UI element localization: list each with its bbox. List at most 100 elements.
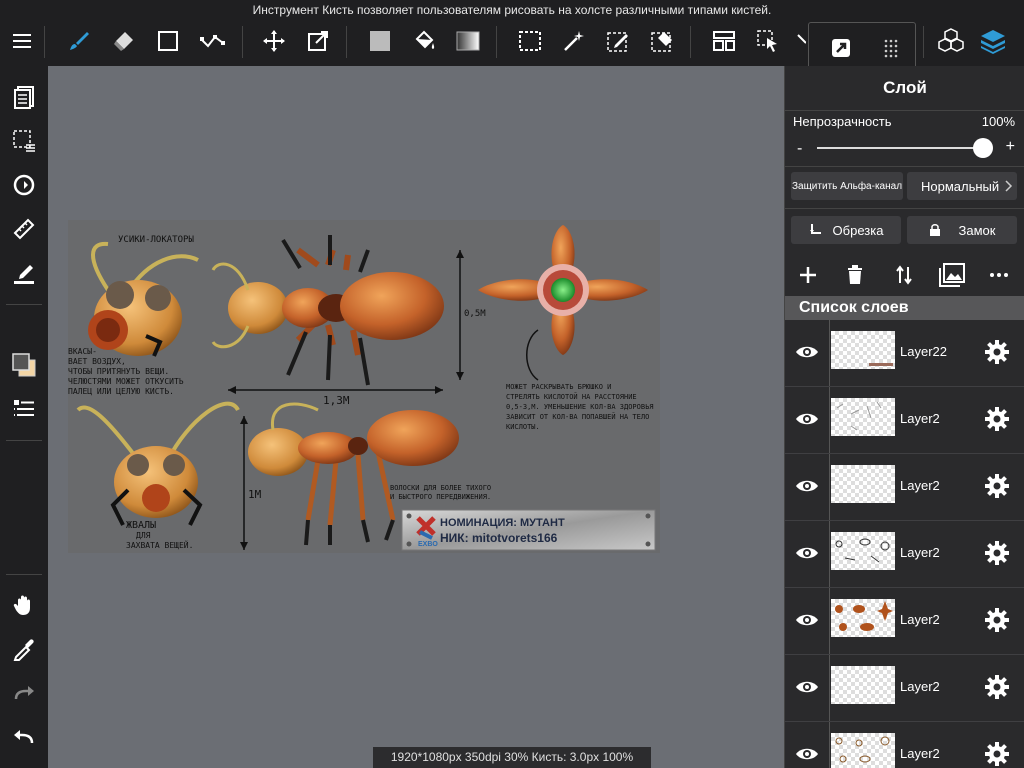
quick-tools-popover	[808, 22, 916, 72]
fill-pen-icon[interactable]	[9, 258, 39, 288]
eye-icon[interactable]	[793, 608, 821, 632]
snap-icon[interactable]	[826, 33, 856, 63]
blend-mode-select[interactable]: Нормальный	[907, 172, 1017, 200]
layout-icon[interactable]	[709, 26, 739, 56]
eye-icon[interactable]	[793, 407, 821, 431]
layer-row[interactable]: Layer2	[785, 521, 1024, 588]
layers-icon[interactable]	[978, 26, 1008, 56]
rotate-icon[interactable]	[9, 170, 39, 200]
label-jaws-2: ДЛЯ	[136, 531, 151, 540]
select-rect-icon[interactable]	[515, 26, 545, 56]
label-hairs-1: ВОЛОСКИ ДЛЯ БОЛЕЕ ТИХОГО	[390, 484, 491, 492]
3d-icon[interactable]	[936, 26, 966, 56]
layer-row[interactable]: Layer2	[785, 588, 1024, 655]
select-pen-icon[interactable]	[603, 26, 633, 56]
undo-icon[interactable]	[9, 722, 39, 752]
fill-color-icon[interactable]	[365, 26, 395, 56]
shape-icon[interactable]	[153, 26, 183, 56]
transform-icon[interactable]	[303, 26, 333, 56]
trash-icon[interactable]	[840, 260, 870, 290]
label-belly-2: СТРЕЛЯТЬ КИСЛОТОЙ НА РАССТОЯНИЕ	[506, 392, 637, 401]
layer-panel: Слой Непрозрачность 100% - + Защитить Ал…	[784, 66, 1024, 768]
magic-wand-icon[interactable]	[559, 26, 589, 56]
selection-icon[interactable]	[9, 126, 39, 156]
layer-row[interactable]: Layer2	[785, 722, 1024, 768]
eye-icon[interactable]	[793, 541, 821, 565]
layer-row[interactable]: Layer2	[785, 655, 1024, 722]
label-belly-4: ЗАВИСИТ ОТ КОЛ-ВА ПОПАВШЕЙ НА ТЕЛО	[506, 412, 649, 421]
label-jaws-1: ЖВАЛЫ	[126, 520, 156, 531]
opacity-increase-button[interactable]: +	[1006, 138, 1015, 156]
layer-row[interactable]: Layer22	[785, 320, 1024, 387]
lock-button[interactable]: Замок	[907, 216, 1017, 244]
layer-row[interactable]: Layer2	[785, 454, 1024, 521]
layer-row[interactable]: Layer2	[785, 387, 1024, 454]
layer-name: Layer2	[900, 612, 940, 627]
status-bar: 1920*1080px 350dpi 30% Кисть: 3.0px 100%	[373, 747, 651, 768]
clip-arrow-icon	[809, 224, 821, 234]
swap-layers-icon[interactable]	[889, 260, 919, 290]
gear-icon[interactable]	[983, 472, 1011, 500]
layer-list-icon[interactable]	[9, 394, 39, 424]
label-hairs-2: И БЫСТРОГО ПЕРЕДВИЖЕНИЯ.	[390, 493, 491, 501]
ant-head-bottom	[76, 401, 240, 526]
nomination-plate: EXBO НОМИНАЦИЯ: МУТАНТ НИК: mitotvorets1…	[401, 509, 656, 551]
blend-mode-label: Нормальный	[921, 178, 1000, 194]
left-toolbar	[0, 66, 48, 768]
artwork-ant-mutant[interactable]: УСИКИ-ЛОКАТОРЫ ВКАСЫ- ВАЕТ ВОЗДУХ, ЧТОБЫ…	[68, 220, 660, 553]
eye-icon[interactable]	[793, 340, 821, 364]
lock-label: Замок	[958, 222, 996, 238]
label-belly-3: 0,5-3,М. УМЕНЬШЕНИЕ КОЛ-ВА ЗДОРОВЬЯ	[506, 403, 654, 411]
image-layer-icon[interactable]	[937, 260, 967, 290]
add-layer-icon[interactable]	[793, 260, 823, 290]
gear-icon[interactable]	[983, 405, 1011, 433]
eye-icon[interactable]	[793, 675, 821, 699]
move-icon[interactable]	[259, 26, 289, 56]
opacity-slider-thumb[interactable]	[973, 138, 993, 158]
gear-icon[interactable]	[983, 740, 1011, 768]
tool-hint: Инструмент Кисть позволяет пользователям…	[252, 3, 772, 17]
clip-button[interactable]: Обрезка	[791, 216, 901, 244]
label-height-big: 1М	[248, 488, 262, 501]
redo-icon[interactable]	[9, 678, 39, 708]
select-eraser-icon[interactable]	[647, 26, 677, 56]
brush-icon[interactable]	[64, 26, 94, 56]
more-options-icon[interactable]	[984, 260, 1014, 290]
grid-icon[interactable]	[876, 33, 906, 63]
opacity-slider[interactable]	[817, 147, 983, 149]
gear-icon[interactable]	[983, 539, 1011, 567]
ruler-icon[interactable]	[9, 214, 39, 244]
gear-icon[interactable]	[983, 673, 1011, 701]
clipped-tool-icon[interactable]	[792, 26, 806, 56]
eye-icon[interactable]	[793, 742, 821, 766]
ant-body-top	[211, 235, 444, 386]
layer-thumbnail	[831, 599, 895, 637]
vector-icon[interactable]	[197, 26, 227, 56]
color-icon[interactable]	[9, 350, 39, 380]
pages-icon[interactable]	[9, 82, 39, 112]
layer-name: Layer2	[900, 545, 940, 560]
layer-thumbnail	[831, 398, 895, 436]
chevron-right-icon	[1005, 180, 1013, 192]
gradient-icon[interactable]	[453, 26, 483, 56]
opacity-value: 100%	[981, 114, 1015, 129]
label-head-note-1: ВКАСЫ-	[68, 347, 97, 356]
eraser-icon[interactable]	[109, 26, 139, 56]
select-arrow-icon[interactable]	[753, 26, 783, 56]
label-head-note-3: ЧТОБЫ ПРИТЯНУТЬ ВЕЩИ.	[68, 367, 169, 376]
belly-open	[478, 225, 648, 355]
plate-line-2: НИК: mitotvorets166	[440, 531, 558, 545]
label-belly-5: КИСЛОТЫ.	[506, 423, 540, 431]
eyedropper-icon[interactable]	[9, 634, 39, 664]
clip-label: Обрезка	[832, 222, 884, 238]
gear-icon[interactable]	[983, 606, 1011, 634]
opacity-decrease-button[interactable]: -	[797, 140, 802, 158]
layer-list: Layer22 Layer2 Layer2 Layer2 Layer2 Laye…	[785, 320, 1024, 768]
menu-icon[interactable]	[7, 26, 37, 56]
eye-icon[interactable]	[793, 474, 821, 498]
hand-icon[interactable]	[9, 590, 39, 620]
protect-alpha-button[interactable]: Защитить Альфа-канал	[791, 172, 903, 200]
layer-name: Layer2	[900, 478, 940, 493]
bucket-icon[interactable]	[409, 26, 439, 56]
gear-icon[interactable]	[983, 338, 1011, 366]
